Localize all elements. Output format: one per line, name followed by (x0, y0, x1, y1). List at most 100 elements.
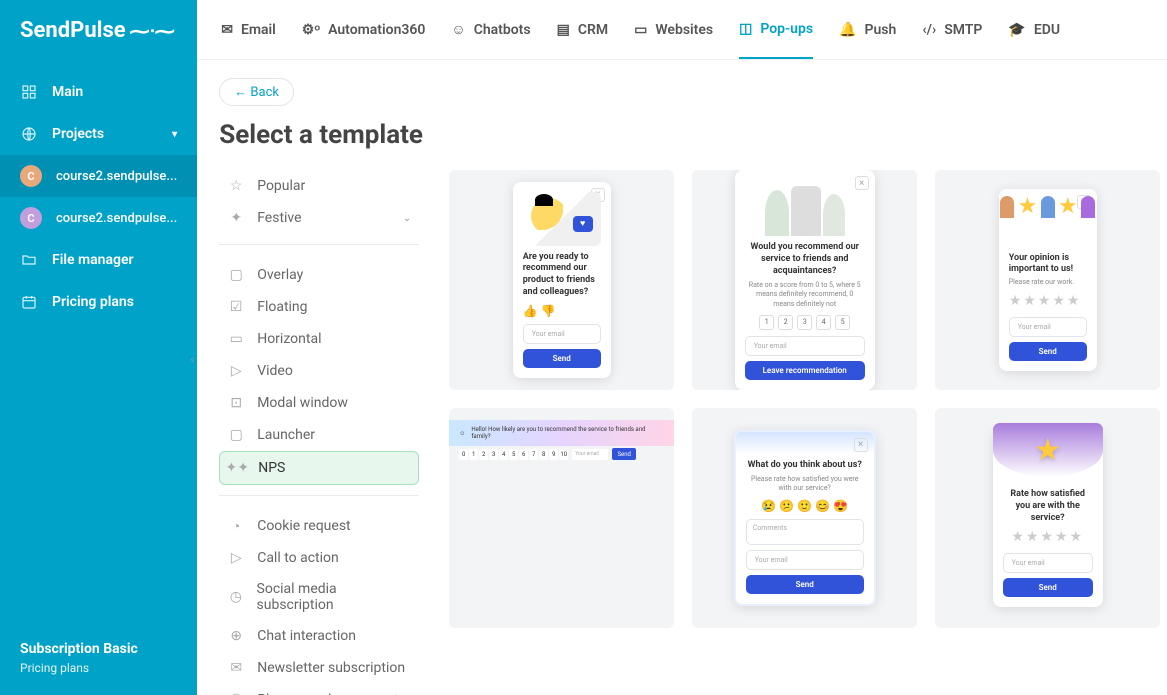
popup-heading: Rate how satisfied you are with the serv… (1003, 489, 1093, 524)
topnav-websites[interactable]: ▭Websites (634, 2, 713, 58)
template-card[interactable]: × ♥ Are you ready to recommend our produ… (449, 170, 674, 390)
cat-modal-window[interactable]: ⊡Modal window (219, 387, 419, 419)
sidebar-item-main[interactable]: Main (0, 71, 197, 113)
close-icon: × (855, 176, 869, 190)
logo[interactable]: SendPulse⁓ᐧ⁓ (0, 0, 197, 61)
chat-icon: ☺ (451, 21, 465, 38)
sidebar-item-pricing-plans[interactable]: Pricing plans (0, 281, 197, 323)
cat-newsletter-subscription[interactable]: ✉Newsletter subscription (219, 652, 419, 684)
floating-icon: ☑ (227, 298, 245, 316)
send-button: Send (746, 575, 864, 594)
cat-horizontal[interactable]: ▭Horizontal (219, 323, 419, 355)
star-icon: ★ (1018, 194, 1038, 219)
cat-nps[interactable]: ✦✦NPS (219, 451, 419, 485)
comments-field: Comments (746, 519, 864, 545)
email-field: Your email (572, 449, 608, 460)
sidebar-item-file-manager[interactable]: File manager (0, 239, 197, 281)
cat-call-to-action[interactable]: ▷Call to action (219, 542, 419, 574)
envelope-icon: ✉ (221, 22, 233, 38)
email-field: Your email (1003, 553, 1093, 573)
sidebar-item-project-1[interactable]: C course2.sendpulse... (0, 155, 197, 197)
rating-stars: ★★★★★ (1003, 529, 1093, 545)
code-icon: ‹/› (922, 22, 936, 38)
social-icon: ◷ (227, 588, 244, 606)
topnav-automation360[interactable]: ⚙ᵒAutomation360 (302, 1, 426, 58)
star-icon: ☆ (227, 177, 245, 195)
festive-icon: ✦ (227, 209, 245, 227)
topnav-smtp[interactable]: ‹/›SMTP (922, 2, 982, 58)
automation-icon: ⚙ᵒ (302, 21, 320, 38)
popup-icon: ◫ (739, 21, 752, 37)
video-icon: ▷ (227, 362, 245, 380)
email-field: Your email (1009, 317, 1087, 337)
topnav-chatbots[interactable]: ☺Chatbots (451, 1, 530, 58)
cat-social-media-subscription[interactable]: ◷Social media subscription (219, 574, 419, 620)
rating-stars: ★★★★★ (1009, 293, 1087, 309)
cat-floating[interactable]: ☑Floating (219, 291, 419, 323)
template-card[interactable]: × ★★ Your opinion is important to us! Pl… (935, 170, 1160, 390)
globe-icon (20, 125, 38, 143)
popup-heading: Would you recommend our service to frien… (745, 242, 865, 277)
popup-question: Hello! How likely are you to recommend t… (471, 426, 664, 440)
cta-icon: ▷ (227, 549, 245, 567)
sidebar-item-project-2[interactable]: C course2.sendpulse... (0, 197, 197, 239)
cat-cookie-request[interactable]: ◔Cookie request (219, 510, 419, 542)
cat-festive[interactable]: ✦Festive⌄ (219, 202, 419, 234)
cat-launcher[interactable]: ▢Launcher (219, 419, 419, 451)
popup-heading: Your opinion is important to us! (1009, 253, 1087, 276)
crm-icon: ▤ (557, 22, 570, 38)
sidebar-collapse-button[interactable]: ‹ (185, 348, 199, 372)
template-grid: × ♥ Are you ready to recommend our produ… (449, 170, 1160, 695)
overlay-icon: ▢ (227, 266, 245, 284)
popup-subtext: Please rate how satisfied you were with … (746, 475, 864, 493)
modal-icon: ⊡ (227, 394, 245, 412)
thumbs-buttons: 👍 👎 (523, 304, 601, 318)
star-icon: ★ (1058, 194, 1078, 219)
chat-plus-icon: ⊕ (227, 627, 245, 645)
calendar-icon (20, 293, 38, 311)
cat-chat-interaction[interactable]: ⊕Chat interaction (219, 620, 419, 652)
popup-heading: Are you ready to recommend our product t… (523, 252, 601, 299)
side-nav: Main Projects ▾ C course2.sendpulse... C… (0, 61, 197, 625)
cat-video[interactable]: ▷Video (219, 355, 419, 387)
bell-icon: 🔔 (839, 22, 856, 38)
page-title: Select a template (219, 120, 1160, 150)
cat-overlay[interactable]: ▢Overlay (219, 259, 419, 291)
send-button: Send (1003, 578, 1093, 597)
horizontal-icon: ▭ (227, 330, 245, 348)
divider (219, 244, 419, 245)
template-card[interactable]: × What do you think about us? Please rat… (692, 408, 917, 628)
topnav-crm[interactable]: ▤CRM (557, 2, 609, 58)
send-button: Send (612, 448, 636, 460)
topnav-popups[interactable]: ◫Pop-ups (739, 1, 813, 59)
topnav-email[interactable]: ✉Email (221, 2, 276, 58)
newsletter-icon: ✉ (227, 659, 245, 677)
sidebar-item-projects[interactable]: Projects ▾ (0, 113, 197, 155)
cat-phone-number-request[interactable]: ✆Phone number request (219, 684, 419, 695)
avatar: C (20, 207, 42, 229)
phone-icon: ✆ (227, 691, 245, 695)
popup-subtext: Rate on a score from 0 to 5, where 5 mea… (745, 281, 865, 308)
folder-icon (20, 251, 38, 269)
send-button: Send (523, 349, 601, 368)
launcher-icon: ▢ (227, 426, 245, 444)
browser-icon: ▭ (634, 22, 647, 38)
grid-icon (20, 83, 38, 101)
heart-icon: ♥ (573, 216, 593, 232)
sidebar-footer: Subscription Basic Pricing plans (0, 625, 197, 695)
send-button: Send (1009, 342, 1087, 361)
template-card[interactable]: × Would you recommend our service to fri… (692, 170, 917, 390)
back-button[interactable]: ← Back (219, 78, 294, 106)
email-field: Your email (745, 336, 865, 356)
cat-popular[interactable]: ☆Popular (219, 170, 419, 202)
template-card[interactable]: ☺ Hello! How likely are you to recommend… (449, 408, 674, 628)
nps-icon: ✦✦ (228, 459, 246, 477)
recommend-button: Leave recommendation (745, 361, 865, 380)
topnav-edu[interactable]: 🎓EDU (1008, 2, 1060, 58)
category-sidebar: ☆Popular ✦Festive⌄ ▢Overlay ☑Floating ▭H… (219, 170, 419, 695)
edu-icon: 🎓 (1008, 22, 1025, 38)
template-card[interactable]: × ★ Rate how satisfied you are with the … (935, 408, 1160, 628)
avatar: C (20, 165, 42, 187)
topnav-push[interactable]: 🔔Push (839, 2, 896, 58)
pricing-plans-link[interactable]: Pricing plans (20, 661, 177, 675)
